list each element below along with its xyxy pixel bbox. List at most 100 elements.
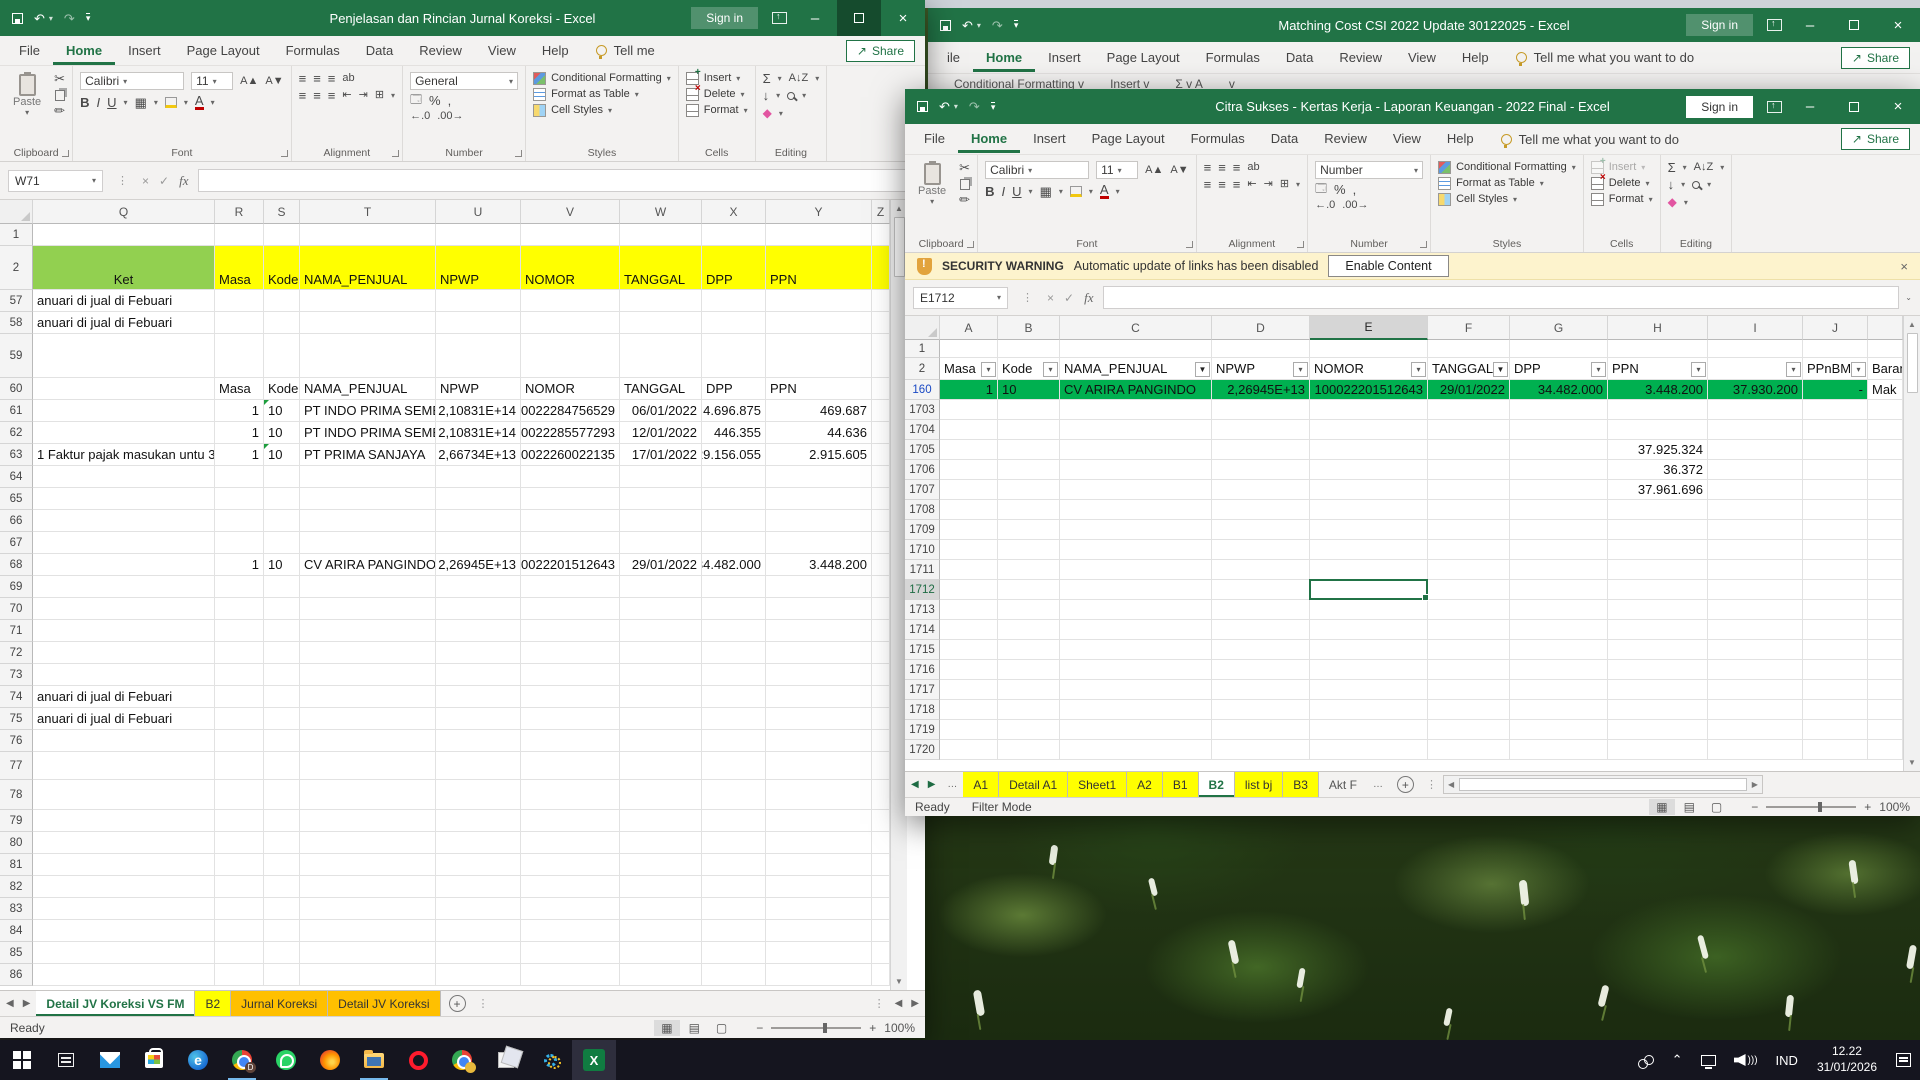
valign-icon-2[interactable]: ≡ bbox=[328, 72, 336, 85]
row-header-2[interactable]: 2 bbox=[905, 358, 940, 380]
cell-W79[interactable] bbox=[620, 810, 702, 832]
row-header-67[interactable]: 67 bbox=[0, 532, 33, 554]
row-header-1703[interactable]: 1703 bbox=[905, 400, 940, 420]
ribbon-tab-review[interactable]: Review bbox=[1326, 44, 1395, 72]
cell-X83[interactable] bbox=[702, 898, 766, 920]
cell-Q62[interactable] bbox=[33, 422, 215, 444]
column-header-F[interactable]: F bbox=[1428, 316, 1510, 340]
column-header-V[interactable]: V bbox=[521, 200, 620, 224]
cell-C1713[interactable] bbox=[1060, 600, 1212, 620]
cell-U75[interactable] bbox=[436, 708, 521, 730]
cell-J1[interactable] bbox=[1803, 340, 1868, 358]
cell-Q58[interactable]: anuari di jual di Febuari bbox=[33, 312, 215, 334]
copy-icon[interactable] bbox=[55, 90, 65, 101]
cell-U78[interactable] bbox=[436, 780, 521, 810]
cell-Q83[interactable] bbox=[33, 898, 215, 920]
cell-G1706[interactable] bbox=[1510, 460, 1608, 480]
cell-S61[interactable]: 10 bbox=[264, 400, 300, 422]
taskbar-icon-store[interactable] bbox=[132, 1040, 176, 1080]
cell-D1705[interactable] bbox=[1212, 440, 1310, 460]
cell-H1709[interactable] bbox=[1608, 520, 1708, 540]
cell-U82[interactable] bbox=[436, 876, 521, 898]
ribbon-tab-home[interactable]: Home bbox=[53, 37, 115, 65]
tell-me-box[interactable]: Tell me what you want to do bbox=[1516, 50, 1694, 65]
cell-R82[interactable] bbox=[215, 876, 264, 898]
cell-Q85[interactable] bbox=[33, 942, 215, 964]
cell-Z75[interactable] bbox=[872, 708, 890, 730]
network-icon[interactable] bbox=[1701, 1055, 1716, 1066]
titlebar-left[interactable]: ↶▾ ↷ ▾ Penjelasan dan Rincian Jurnal Kor… bbox=[0, 0, 925, 36]
column-header-T[interactable]: T bbox=[300, 200, 436, 224]
cell-U85[interactable] bbox=[436, 942, 521, 964]
share-button[interactable]: ↗Share bbox=[1841, 128, 1910, 150]
cell-X2[interactable]: DPP bbox=[702, 246, 766, 290]
cell-Y85[interactable] bbox=[766, 942, 872, 964]
cell-W1[interactable] bbox=[620, 224, 702, 246]
cell-F1715[interactable] bbox=[1428, 640, 1510, 660]
cell-Q75[interactable]: anuari di jual di Febuari bbox=[33, 708, 215, 730]
page-layout-view-icon[interactable]: ▤ bbox=[682, 1020, 707, 1036]
cell-U66[interactable] bbox=[436, 510, 521, 532]
cell-Y81[interactable] bbox=[766, 854, 872, 876]
cell-G1714[interactable] bbox=[1510, 620, 1608, 640]
cell-R57[interactable] bbox=[215, 290, 264, 312]
cell-Z72[interactable] bbox=[872, 642, 890, 664]
cell-A1708[interactable] bbox=[940, 500, 998, 520]
taskbar-icon-mail[interactable] bbox=[88, 1040, 132, 1080]
cell-G1703[interactable] bbox=[1510, 400, 1608, 420]
cell-U69[interactable] bbox=[436, 576, 521, 598]
halign-icon-2[interactable]: ≡ bbox=[1233, 178, 1241, 191]
cancel-icon[interactable]: × bbox=[142, 174, 149, 188]
cell-C2[interactable]: NAMA_PENJUAL▼ bbox=[1060, 358, 1212, 380]
cell-S63[interactable]: 10 bbox=[264, 444, 300, 466]
cell-V58[interactable] bbox=[521, 312, 620, 334]
sign-in-button[interactable]: Sign in bbox=[1686, 14, 1753, 36]
cell-X64[interactable] bbox=[702, 466, 766, 488]
cell-Z61[interactable] bbox=[872, 400, 890, 422]
cell-H1715[interactable] bbox=[1608, 640, 1708, 660]
cell-S79[interactable] bbox=[264, 810, 300, 832]
cell-J1713[interactable] bbox=[1803, 600, 1868, 620]
cell-R74[interactable] bbox=[215, 686, 264, 708]
cell-U64[interactable] bbox=[436, 466, 521, 488]
cell-S82[interactable] bbox=[264, 876, 300, 898]
cell-F1712[interactable] bbox=[1428, 580, 1510, 600]
filter-dropdown-icon[interactable]: ▾ bbox=[1691, 362, 1706, 377]
normal-view-icon[interactable]: ▦ bbox=[654, 1020, 679, 1036]
fill-icon[interactable]: ↓ bbox=[763, 89, 770, 102]
cell-U1[interactable] bbox=[436, 224, 521, 246]
cell-W75[interactable] bbox=[620, 708, 702, 730]
cell-Q70[interactable] bbox=[33, 598, 215, 620]
cell-C1706[interactable] bbox=[1060, 460, 1212, 480]
cell-Z63[interactable] bbox=[872, 444, 890, 466]
share-button[interactable]: ↗Share bbox=[846, 40, 915, 62]
valign-icon-0[interactable]: ≡ bbox=[1204, 161, 1212, 174]
minimize-button[interactable]: – bbox=[1788, 89, 1832, 124]
column-header-Z[interactable]: Z bbox=[872, 200, 890, 224]
cell-S2[interactable]: Kode bbox=[264, 246, 300, 290]
cell-C1716[interactable] bbox=[1060, 660, 1212, 680]
cell-H1718[interactable] bbox=[1608, 700, 1708, 720]
cell-Z76[interactable] bbox=[872, 730, 890, 752]
sheet-tab-detail-jv-koreksi[interactable]: Detail JV Koreksi bbox=[328, 991, 440, 1016]
cell-G1710[interactable] bbox=[1510, 540, 1608, 560]
cell-V79[interactable] bbox=[521, 810, 620, 832]
cell-D1703[interactable] bbox=[1212, 400, 1310, 420]
cell-U61[interactable]: 2,10831E+14 bbox=[436, 400, 521, 422]
cell-S69[interactable] bbox=[264, 576, 300, 598]
sheet-tab-b2[interactable]: B2 bbox=[1199, 772, 1235, 797]
font-size-select[interactable]: 11▾ bbox=[191, 72, 233, 90]
comma-style-icon[interactable]: , bbox=[1353, 183, 1357, 196]
ribbon-tab-help[interactable]: Help bbox=[1434, 125, 1487, 153]
cell-K1719[interactable] bbox=[1868, 720, 1903, 740]
cell-T81[interactable] bbox=[300, 854, 436, 876]
cell-I1704[interactable] bbox=[1708, 420, 1803, 440]
cell-D1715[interactable] bbox=[1212, 640, 1310, 660]
cell-J1719[interactable] bbox=[1803, 720, 1868, 740]
cell-I1716[interactable] bbox=[1708, 660, 1803, 680]
cell-V1[interactable] bbox=[521, 224, 620, 246]
row-header-2[interactable]: 2 bbox=[0, 246, 33, 290]
cell-Y69[interactable] bbox=[766, 576, 872, 598]
row-header-1715[interactable]: 1715 bbox=[905, 640, 940, 660]
cell-D1704[interactable] bbox=[1212, 420, 1310, 440]
